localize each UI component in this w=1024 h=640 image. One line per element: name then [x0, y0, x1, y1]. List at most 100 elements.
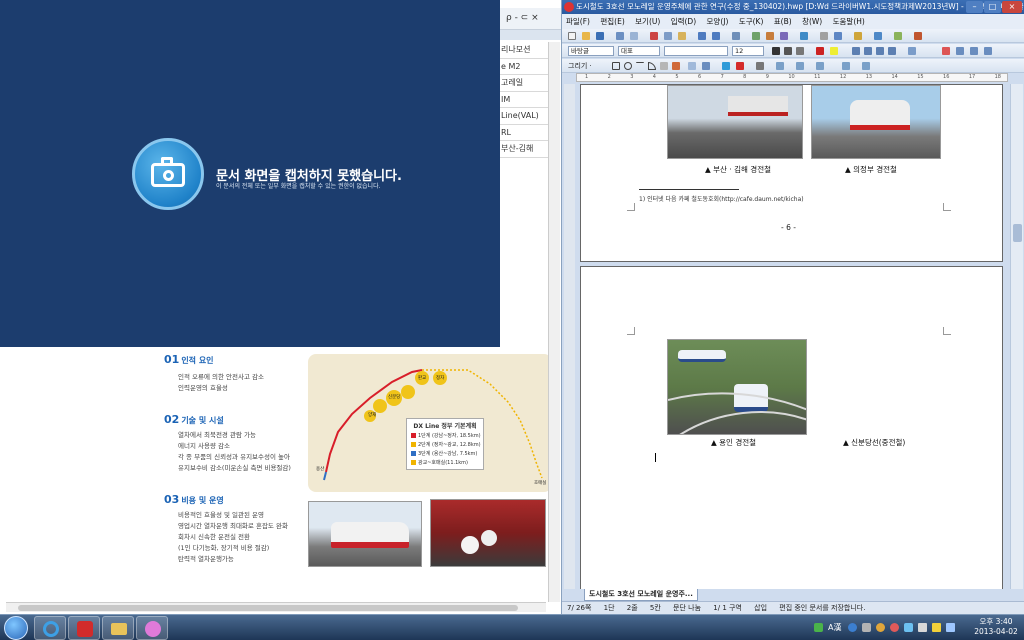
- ie-taskbar-button[interactable]: [34, 616, 66, 640]
- rectangle-tool-icon[interactable]: [612, 62, 620, 70]
- hwp-taskbar-button[interactable]: [68, 616, 100, 640]
- ellipse-tool-icon[interactable]: [624, 62, 632, 70]
- messenger-taskbar-button[interactable]: [136, 616, 168, 640]
- tray-app-icon[interactable]: [890, 623, 899, 632]
- explorer-taskbar-button[interactable]: [102, 616, 134, 640]
- outdent-icon[interactable]: [984, 47, 992, 55]
- undo-icon[interactable]: [698, 32, 706, 40]
- copy-icon[interactable]: [664, 32, 672, 40]
- new-doc-icon[interactable]: [568, 32, 576, 40]
- print-icon[interactable]: [616, 32, 624, 40]
- open-folder-icon[interactable]: [582, 32, 590, 40]
- highlight-icon[interactable]: [830, 47, 838, 55]
- send-back-icon[interactable]: [816, 62, 824, 70]
- tray-app-icon[interactable]: [876, 623, 885, 632]
- textbox-tool-icon[interactable]: [688, 62, 696, 70]
- tray-app-icon[interactable]: [814, 623, 823, 632]
- tray-tool-icon[interactable]: [862, 623, 871, 632]
- draw-label[interactable]: 그리기 ·: [568, 61, 592, 71]
- flag-icon[interactable]: [932, 623, 941, 632]
- chart-icon[interactable]: [780, 32, 788, 40]
- italic-icon[interactable]: [784, 47, 792, 55]
- flip-icon[interactable]: [862, 62, 870, 70]
- font-size-combo[interactable]: 12: [732, 46, 764, 56]
- cut-icon[interactable]: [650, 32, 658, 40]
- image-icon[interactable]: [766, 32, 774, 40]
- shape-icon[interactable]: [820, 32, 828, 40]
- memo-icon[interactable]: [854, 32, 862, 40]
- vertical-ruler[interactable]: [564, 84, 575, 589]
- font-color-icon[interactable]: [816, 47, 824, 55]
- close-button[interactable]: ×: [1002, 1, 1022, 13]
- clock-date: 2013-04-02: [974, 627, 1018, 636]
- horizontal-scrollbar[interactable]: [6, 602, 546, 612]
- menu-insert[interactable]: 입력(D): [667, 14, 700, 29]
- line-color-icon[interactable]: [736, 62, 744, 70]
- menu-window[interactable]: 창(W): [798, 14, 826, 29]
- status-insert-mode[interactable]: 삽입: [749, 602, 772, 614]
- taskbar-clock[interactable]: 오후 3:40 2013-04-02: [972, 617, 1020, 637]
- table-icon[interactable]: [752, 32, 760, 40]
- macro-icon[interactable]: [914, 32, 922, 40]
- network-icon[interactable]: [904, 623, 913, 632]
- fill-color-icon[interactable]: [722, 62, 730, 70]
- ruler-tick: 9: [765, 74, 769, 80]
- align-center-icon[interactable]: [864, 47, 872, 55]
- justify-icon[interactable]: [888, 47, 896, 55]
- line-spacing-icon[interactable]: [908, 47, 916, 55]
- start-button[interactable]: [4, 616, 28, 640]
- bold-icon[interactable]: [772, 47, 780, 55]
- group-icon[interactable]: [702, 62, 710, 70]
- rotate-icon[interactable]: [842, 62, 850, 70]
- menu-file[interactable]: 파일(F): [562, 14, 594, 29]
- spell-icon[interactable]: [800, 32, 808, 40]
- display-icon[interactable]: [946, 623, 955, 632]
- font-type-combo[interactable]: 대표: [618, 46, 660, 56]
- align-objects-icon[interactable]: [776, 62, 784, 70]
- minimize-button[interactable]: –: [966, 1, 983, 13]
- paste-icon[interactable]: [678, 32, 686, 40]
- help-icon[interactable]: [848, 623, 857, 632]
- polygon-tool-icon[interactable]: [660, 62, 668, 70]
- hwp-app-icon[interactable]: [564, 2, 574, 12]
- line-style-icon[interactable]: [756, 62, 764, 70]
- form-icon[interactable]: [894, 32, 902, 40]
- vertical-scrollbar[interactable]: [1010, 84, 1023, 589]
- find-icon[interactable]: [732, 32, 740, 40]
- align-left-icon[interactable]: [852, 47, 860, 55]
- volume-icon[interactable]: [918, 623, 927, 632]
- preview-icon[interactable]: [630, 32, 638, 40]
- menu-format[interactable]: 모양(J): [703, 14, 733, 29]
- line-tool-icon[interactable]: [636, 62, 644, 70]
- document-page-6[interactable]: ▲ 부산 · 김해 경전철 ▲ 의정부 경전철 1) 인터넷 다음 카페 철도동…: [580, 84, 1003, 262]
- search-toolbar[interactable]: ρ - ⊂ ×: [506, 13, 539, 23]
- menu-tools[interactable]: 도구(K): [735, 14, 768, 29]
- menu-help[interactable]: 도움말(H): [829, 14, 869, 29]
- style-combo[interactable]: 바탕글: [568, 46, 614, 56]
- vertical-scrollbar[interactable]: [548, 42, 560, 602]
- arc-tool-icon[interactable]: [648, 62, 656, 70]
- redo-icon[interactable]: [712, 32, 720, 40]
- list-icon[interactable]: [956, 47, 964, 55]
- save-icon[interactable]: [596, 32, 604, 40]
- underline-icon[interactable]: [796, 47, 804, 55]
- document-page-7[interactable]: ▲ 용인 경전철 ▲ 신분당선(중전철): [580, 266, 1003, 590]
- menu-table[interactable]: 표(B): [770, 14, 796, 29]
- indent-icon[interactable]: [970, 47, 978, 55]
- align-right-icon[interactable]: [876, 47, 884, 55]
- bring-front-icon[interactable]: [796, 62, 804, 70]
- ime-indicator-icon[interactable]: A漢: [828, 622, 841, 633]
- menu-edit[interactable]: 편집(E): [596, 14, 628, 29]
- freehand-tool-icon[interactable]: [672, 62, 680, 70]
- scrollbar-thumb[interactable]: [18, 605, 518, 611]
- tab-strip[interactable]: [500, 30, 561, 40]
- hyperlink-icon[interactable]: [834, 32, 842, 40]
- horizontal-ruler[interactable]: 1 2 3 4 5 6 7 8 9 10 11 12 13 14 15 16 1…: [576, 73, 1008, 82]
- ruler-icon[interactable]: [874, 32, 882, 40]
- maximize-button[interactable]: □: [984, 1, 1001, 13]
- document-tab[interactable]: 도시철도 3호선 모노레일 운영주...: [584, 589, 698, 601]
- scrollbar-thumb[interactable]: [1013, 224, 1022, 242]
- menu-view[interactable]: 보기(U): [631, 14, 664, 29]
- font-name-combo[interactable]: [664, 46, 728, 56]
- view-mode-icon[interactable]: [942, 47, 950, 55]
